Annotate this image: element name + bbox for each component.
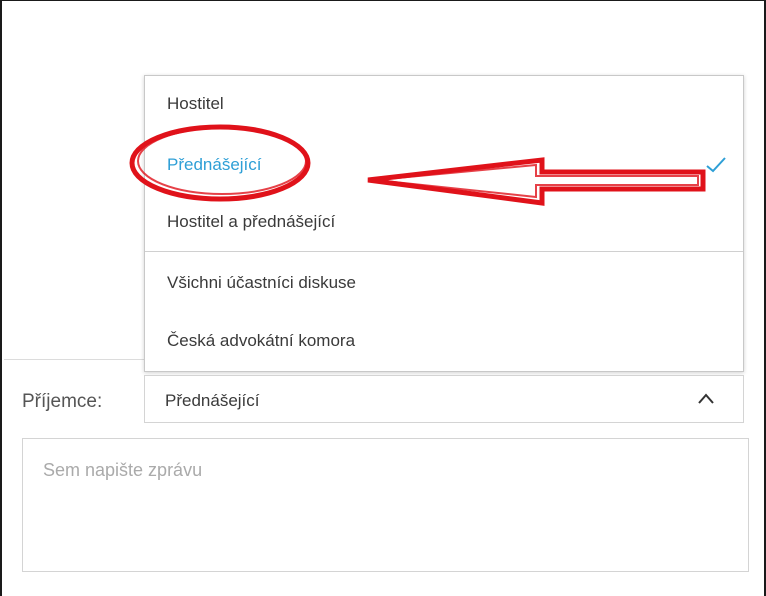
recipient-select[interactable]: Přednášející [144,375,744,423]
recipient-label: Příjemce: [22,391,103,412]
dropdown-option-bar-association[interactable]: Česká advokátní komora [167,331,355,351]
dropdown-option-all-participants[interactable]: Všichni účastníci diskuse [167,273,356,293]
divider-line [4,359,144,360]
dropdown-divider [145,251,743,252]
dropdown-option-host[interactable]: Hostitel [167,94,224,114]
chevron-up-icon[interactable] [697,392,715,406]
message-input[interactable]: Sem napište zprávu [22,438,749,572]
check-icon [706,157,726,173]
dropdown-option-host-and-presenter[interactable]: Hostitel a přednášející [167,212,335,232]
recipient-select-value: Přednášející [165,391,260,410]
dropdown-option-presenter[interactable]: Přednášející [167,155,262,175]
screenshot-frame: Hostitel Přednášející Hostitel a přednáš… [0,0,766,596]
recipient-dropdown-menu: Hostitel Přednášející Hostitel a přednáš… [144,75,744,372]
message-placeholder: Sem napište zprávu [43,460,203,480]
